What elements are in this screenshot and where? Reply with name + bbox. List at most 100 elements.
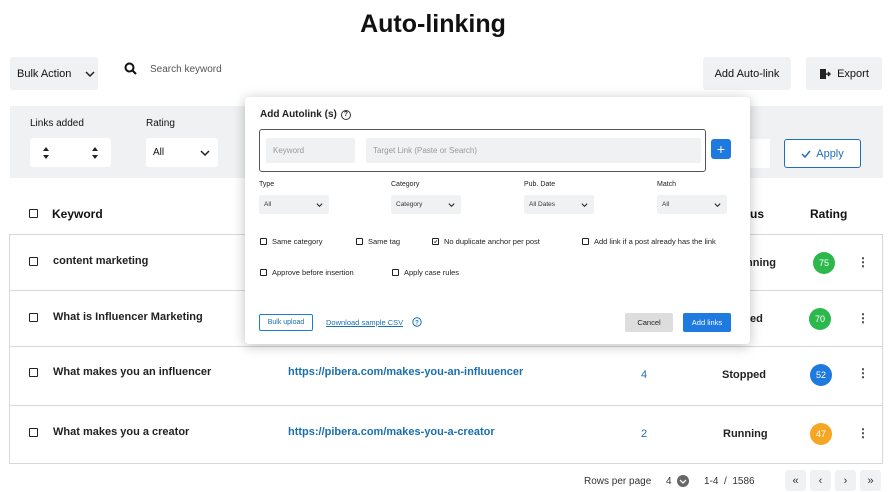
add-autolink-button[interactable]: Add Auto-link [703, 57, 791, 90]
row-checkbox[interactable] [29, 428, 38, 437]
export-icon [820, 68, 832, 79]
target-link-input[interactable]: Target Link (Paste or Search) [366, 138, 701, 163]
last-page-button[interactable]: » [860, 470, 881, 491]
type-select[interactable]: All [259, 195, 329, 214]
same-category-checkbox[interactable] [260, 238, 267, 245]
type-value: All [264, 201, 272, 208]
row-checkbox[interactable] [29, 313, 38, 322]
export-button[interactable]: Export [806, 57, 882, 90]
table-row[interactable]: What makes you an influencer https://pib… [10, 347, 882, 406]
apply-button[interactable]: Apply [784, 139, 861, 168]
target-link[interactable]: https://pibera.com/makes-you-an-influuen… [288, 366, 523, 378]
bulk-action-label: Bulk Action [17, 67, 72, 80]
chevron-down-icon [85, 70, 95, 77]
next-page-button[interactable]: › [835, 470, 856, 491]
links-added-stepper[interactable] [30, 138, 111, 167]
help-icon[interactable]: ? [340, 109, 351, 120]
svg-text:?: ? [415, 320, 419, 326]
approve-before-checkbox[interactable] [260, 269, 267, 276]
add-row-button[interactable]: + [711, 139, 731, 159]
type-label: Type [259, 181, 275, 188]
keyword-column-header[interactable]: Keyword [52, 207, 103, 221]
chevron-down-icon [448, 202, 455, 207]
help-icon[interactable]: ? [412, 317, 422, 327]
rating-filter-label: Rating [146, 118, 175, 129]
more-options-icon[interactable]: ⋮ [857, 255, 869, 269]
select-all-checkbox[interactable] [29, 209, 38, 218]
same-tag-checkbox[interactable] [356, 238, 363, 245]
page-title: Auto-linking [360, 10, 506, 38]
search-icon [124, 62, 137, 75]
status-column-header[interactable]: us [750, 207, 764, 221]
bulk-upload-button[interactable]: Bulk upload [259, 314, 313, 331]
pub-date-select[interactable]: All Dates [524, 195, 594, 214]
target-link[interactable]: https://pibera.com/makes-you-a-creator [288, 426, 495, 438]
approve-before-label: Approve before insertion [272, 268, 354, 277]
autolink-input-group: Keyword Target Link (Paste or Search) [259, 129, 706, 172]
rating-filter-select[interactable]: All [146, 138, 218, 167]
page-range: 1-4 / 1586 [704, 476, 755, 487]
rating-filter-value: All [153, 147, 165, 158]
same-tag-option[interactable]: Same tag [356, 237, 400, 246]
pub-date-value: All Dates [529, 201, 556, 208]
chevron-down-circle-icon [676, 475, 689, 487]
stepper-arrows-icon [43, 146, 49, 159]
checked-checkbox-icon[interactable] [432, 238, 439, 245]
cancel-button[interactable]: Cancel [625, 313, 673, 332]
rating-badge: 47 [810, 423, 832, 445]
chevron-down-icon [200, 149, 210, 156]
status-cell: ed [750, 313, 763, 325]
add-link-if-option[interactable]: Add link if a post already has the link [582, 237, 716, 246]
no-duplicate-option[interactable]: No duplicate anchor per post [432, 237, 540, 246]
bulk-action-dropdown[interactable]: Bulk Action [10, 57, 98, 90]
more-options-icon[interactable]: ⋮ [857, 366, 869, 380]
status-cell: Running [723, 428, 768, 440]
modal-title-text: Add Autolink (s) [260, 109, 337, 120]
add-links-button[interactable]: Add links [683, 313, 731, 332]
links-count[interactable]: 4 [641, 369, 647, 381]
apply-case-option[interactable]: Apply case rules [392, 268, 459, 277]
no-duplicate-label: No duplicate anchor per post [444, 237, 540, 246]
search-input[interactable]: Search keyword [150, 64, 222, 75]
chevron-down-icon [714, 202, 721, 207]
match-value: All [662, 201, 670, 208]
rows-per-page-select[interactable]: 4 [666, 475, 689, 487]
download-sample-csv-link[interactable]: Download sample CSV [326, 318, 403, 327]
rating-badge: 70 [809, 308, 831, 330]
keyword-cell: What is Influencer Marketing [53, 311, 203, 323]
approve-before-option[interactable]: Approve before insertion [260, 268, 354, 277]
match-select[interactable]: All [657, 195, 727, 214]
check-icon [801, 150, 811, 158]
more-options-icon[interactable]: ⋮ [857, 311, 869, 325]
prev-page-button[interactable]: ‹ [810, 470, 831, 491]
first-page-button[interactable]: « [785, 470, 806, 491]
match-label: Match [657, 181, 677, 188]
add-link-if-checkbox[interactable] [582, 238, 589, 245]
rating-badge: 75 [813, 252, 835, 274]
keyword-cell: What makes you an influencer [53, 366, 212, 378]
rating-column-header[interactable]: Rating [810, 207, 847, 221]
category-value: Category [396, 201, 423, 208]
keyword-cell: content marketing [53, 255, 149, 267]
modal-title: Add Autolink (s) ? [260, 109, 351, 120]
more-options-icon[interactable]: ⋮ [857, 426, 869, 440]
links-added-label: Links added [30, 118, 84, 129]
keyword-input[interactable]: Keyword [266, 138, 355, 163]
apply-label: Apply [816, 147, 844, 160]
pub-date-label: Pub. Date [524, 181, 556, 188]
rating-badge: 52 [810, 364, 832, 386]
same-category-label: Same category [272, 237, 323, 246]
category-select[interactable]: Category [391, 195, 461, 214]
apply-case-checkbox[interactable] [392, 269, 399, 276]
apply-case-label: Apply case rules [404, 268, 460, 277]
row-checkbox[interactable] [29, 368, 38, 377]
stepper-arrows-icon [92, 146, 98, 159]
links-count[interactable]: 2 [641, 428, 647, 440]
keyword-cell: What makes you a creator [53, 426, 190, 438]
chevron-down-icon [316, 202, 323, 207]
row-checkbox[interactable] [29, 257, 38, 266]
same-category-option[interactable]: Same category [260, 237, 322, 246]
table-row[interactable]: What makes you a creator https://pibera.… [10, 406, 882, 464]
status-cell: Stopped [722, 369, 766, 381]
rows-per-page-label: Rows per page [584, 476, 652, 487]
